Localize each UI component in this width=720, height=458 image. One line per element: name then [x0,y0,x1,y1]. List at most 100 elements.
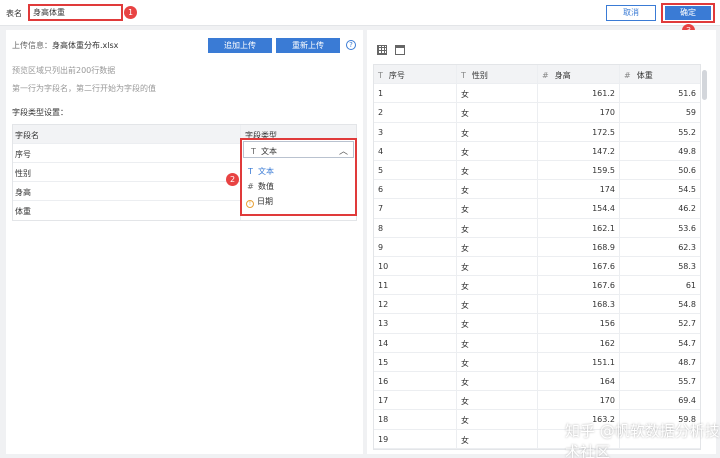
annotation-badge-1: 1 [124,6,137,19]
table-cell: 女 [457,314,538,333]
table-cell: 9 [374,237,457,256]
table-row: 13 女 156 52.7 [374,314,700,334]
table-header: T 序号 T 性别 # 身高 # 体重 [374,65,700,85]
table-cell: 172.5 [538,122,620,141]
card-view-icon[interactable] [395,45,405,55]
table-row: 17 女 170 69.4 [374,391,700,411]
table-cell: 168.3 [538,295,620,314]
upload-info: 上传信息：身高体重分布.xlsx [12,40,118,51]
table-cell: 女 [457,160,538,180]
table-cell: 10 [374,256,457,276]
table-row: 1 女 161.2 51.6 [374,84,700,104]
cancel-button[interactable]: 取消 [606,5,656,21]
upload-settings-panel: 上传信息：身高体重分布.xlsx 追加上传 重新上传 ? 预览区域只列出前200… [6,30,363,454]
preview-hint: 预览区域只列出前200行数据 [12,66,116,75]
ok-button[interactable]: 确定 [665,6,711,20]
table-cell: 161.2 [538,84,620,103]
table-cell: 58.3 [678,261,696,271]
table-cell: 55.7 [678,377,696,386]
watermark: 知乎 @帆软数据分析技术社区 [565,422,720,458]
option-date[interactable]: ! 日期 [246,196,273,208]
field-settings-title: 字段类型设置： [12,108,68,117]
column-header: 体重 [636,71,653,80]
text-type-icon: T [248,167,253,176]
field-type-dropdown: T 文本 ︿ T 文本 # 数值 ! 日期 [240,138,357,216]
table-cell: 4 [374,141,457,160]
table-row: 10 女 167.6 58.3 [374,256,700,277]
option-text[interactable]: T 文本 [246,166,274,177]
table-cell: 53.6 [678,223,696,233]
table-cell: 162.1 [538,218,620,237]
table-cell: 女 [457,429,538,448]
table-row: 15 女 151.1 48.7 [374,352,700,372]
table-name-label: 表名 [6,9,22,18]
help-icon[interactable]: ? [346,40,356,50]
table-cell: 69.4 [678,396,696,406]
table-cell: 156 [538,314,620,333]
number-type-icon: # [624,71,631,80]
table-cell: 151.1 [538,352,620,371]
table-cell: 女 [457,199,538,218]
table-row: 7 女 154.4 46.2 [374,199,700,219]
table-cell: 5 [374,160,457,180]
table-cell: 12 [374,295,457,314]
table-row: 5 女 159.5 50.6 [374,160,700,181]
table-cell: 164 [538,372,620,391]
text-type-icon: T [378,71,383,80]
table-cell: 159.5 [538,160,620,180]
table-cell: 6 [374,180,457,199]
reupload-button[interactable]: 重新上传 [276,38,340,53]
table-row: 8 女 162.1 53.6 [374,218,700,238]
table-cell: 女 [457,295,538,314]
table-cell: 168.9 [538,237,620,256]
table-cell: 61 [685,281,696,291]
table-cell: 49.8 [678,146,696,156]
field-name: 身高 [13,182,241,200]
field-type-select[interactable]: T 文本 ︿ [243,141,354,158]
field-name: 性别 [13,163,241,181]
field-name: 序号 [13,144,241,162]
table-name-input[interactable] [28,4,123,21]
append-upload-button[interactable]: 追加上传 [208,38,272,53]
table-cell: 54.5 [678,185,696,195]
table-cell: 2 [374,103,457,122]
table-cell: 17 [374,391,457,410]
chevron-up-icon: ︿ [338,147,348,157]
table-cell: 女 [457,103,538,122]
table-cell: 54.8 [678,300,696,310]
table-cell: 女 [457,84,538,103]
table-cell: 女 [457,352,538,371]
table-row: 14 女 162 54.7 [374,333,700,353]
table-row: 6 女 174 54.5 [374,180,700,200]
table-cell: 162 [538,333,620,352]
table-cell: 167.6 [538,256,620,276]
table-row: 9 女 168.9 62.3 [374,237,700,257]
ok-button-highlight: 确定 [661,3,715,23]
vertical-scrollbar[interactable] [702,70,707,100]
table-cell: 147.2 [538,141,620,160]
data-preview-panel: T 序号 T 性别 # 身高 # 体重 1 女 161.2 51.6 2 女 170 59 3 女 172.… [367,30,716,454]
text-type-icon: T [461,71,466,80]
table-cell: 54.7 [678,338,696,348]
option-number[interactable]: # 数值 [246,181,274,192]
table-cell: 女 [457,218,538,237]
header-row-hint: 第一行为字段名，第二行开始为字段的值 [12,84,156,93]
top-bar: 表名 1 取消 确定 [0,0,720,26]
table-body: 1 女 161.2 51.6 2 女 170 59 3 女 172.5 55.2 4 女 147.2 49.8… [374,84,700,449]
column-header-field-name: 字段名 [13,125,241,143]
table-cell: 51.6 [678,89,696,99]
table-row: 11 女 167.6 61 [374,276,700,296]
grid-view-icon[interactable] [377,45,387,55]
table-cell: 女 [457,237,538,256]
table-row: 3 女 172.5 55.2 [374,122,700,142]
table-cell: 18 [374,410,457,429]
table-cell: 55.2 [678,127,696,137]
table-cell: 50.6 [678,165,696,175]
table-cell: 1 [374,84,457,103]
table-cell: 170 [538,103,620,122]
table-cell: 46.2 [678,204,696,214]
preview-table: T 序号 T 性别 # 身高 # 体重 1 女 161.2 51.6 2 女 170 59 3 女 172.… [373,64,701,450]
table-cell: 女 [457,180,538,199]
table-row: 4 女 147.2 49.8 [374,141,700,161]
table-cell: 女 [457,333,538,352]
